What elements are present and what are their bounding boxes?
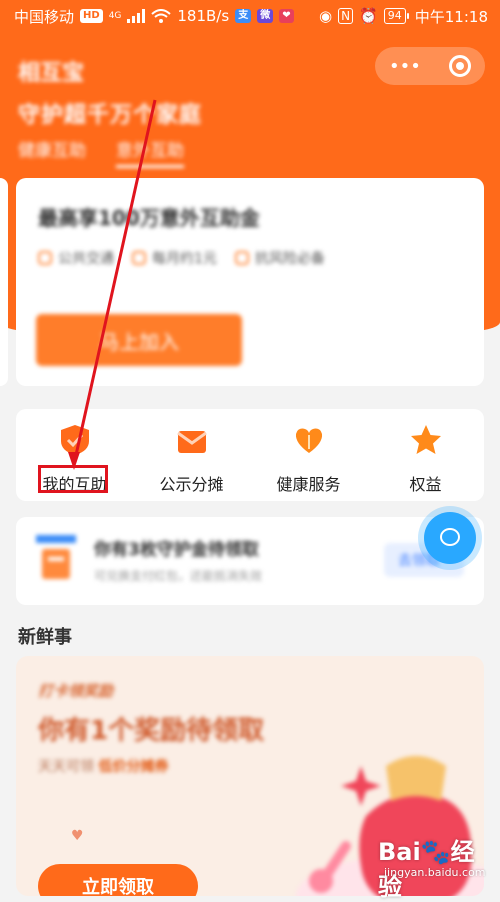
prev-card-edge — [0, 178, 8, 386]
close-icon[interactable] — [448, 55, 471, 77]
feature-health-service[interactable]: 健康服务 — [250, 409, 367, 501]
watermark-url: jingyan.baidu.com — [384, 866, 486, 879]
eye-icon: ◉ — [319, 7, 333, 25]
network-type: 4G — [108, 11, 122, 21]
check-icon — [38, 251, 52, 265]
feature-label: 公示分摊 — [159, 475, 224, 494]
product-headline: 最高享100万意外互助金 — [38, 206, 260, 230]
app-notification-icon: 支 — [235, 9, 252, 23]
feature-public-share[interactable]: 公示分摊 — [133, 409, 250, 501]
section-title: 新鲜事 — [18, 627, 72, 648]
join-button[interactable]: 马上加入 — [36, 314, 242, 366]
tab-accident[interactable]: 意外互助 — [116, 136, 184, 168]
envelope-icon — [176, 431, 207, 453]
app-title: 相互宝 — [18, 61, 85, 86]
coupon-thumbnail-icon — [36, 535, 76, 579]
baidu-watermark: Bai🐾经验 jingyan.baidu.com — [350, 828, 495, 901]
notice-subtitle: 可兑换支付红包，还能抵消失效 — [94, 569, 263, 583]
product-card[interactable]: 最高享100万意外互助金 公共交通 每月约1元 抗风险必备 马上加入 — [16, 178, 484, 386]
promo-subtitle: 天天可领 低价分摊券 — [38, 759, 169, 775]
alarm-icon: ⏰ — [359, 7, 378, 25]
feature-benefits[interactable]: 权益 — [367, 409, 484, 501]
app-notification-icon-2: 微 — [257, 9, 274, 23]
hd-badge: HD — [80, 9, 103, 23]
check-icon — [234, 251, 249, 265]
carrier-name: 中国移动 — [14, 7, 75, 26]
perk-item: 抗风险必备 — [234, 248, 325, 268]
wifi-icon — [151, 9, 172, 23]
perk-list: 公共交通 每月约1元 抗风险必备 — [38, 248, 325, 268]
small-heart-icon: ♥ — [71, 828, 84, 844]
check-icon — [132, 251, 146, 265]
perk-item: 每月约1元 — [132, 248, 217, 268]
promo-headline: 你有1个奖励待领取 — [38, 716, 265, 746]
signal-icon — [127, 9, 146, 23]
claim-now-button[interactable]: 立即领取 — [38, 864, 198, 896]
nfc-icon: N — [338, 8, 354, 24]
battery-level: 94 — [383, 8, 406, 24]
net-speed: 181B/s — [177, 7, 230, 25]
feature-label: 权益 — [409, 475, 442, 494]
more-icon[interactable]: ••• — [389, 56, 421, 77]
shield-icon — [60, 425, 89, 455]
perk-item: 公共交通 — [38, 248, 114, 268]
reward-notice-card[interactable]: 你有3枚守护金待领取 可兑换支付红包，还能抵消失效 去领取 — [16, 517, 484, 605]
notice-title: 你有3枚守护金待领取 — [94, 540, 259, 560]
star-icon — [410, 425, 441, 454]
page-slogan: 守护超千万个家庭 — [18, 103, 203, 128]
mini-program-capsule[interactable]: ••• — [375, 47, 485, 85]
floating-chat-icon[interactable] — [424, 512, 476, 564]
feature-label: 健康服务 — [276, 475, 341, 494]
battery-icon: 94 — [383, 8, 409, 24]
heart-leaf-icon — [295, 428, 322, 453]
heart-app-icon: ❤ — [279, 9, 294, 23]
highlight-box — [38, 465, 108, 493]
promo-tag: 打卡领奖励 — [38, 682, 114, 700]
clock: 中午11:18 — [414, 7, 488, 26]
status-bar: 中国移动 HD 4G 181B/s 支 微 ❤ ◉ N ⏰ 94 中午11:18 — [0, 0, 500, 32]
tab-bar: 健康互助 意外互助 — [18, 136, 184, 168]
tab-health[interactable]: 健康互助 — [18, 136, 86, 168]
